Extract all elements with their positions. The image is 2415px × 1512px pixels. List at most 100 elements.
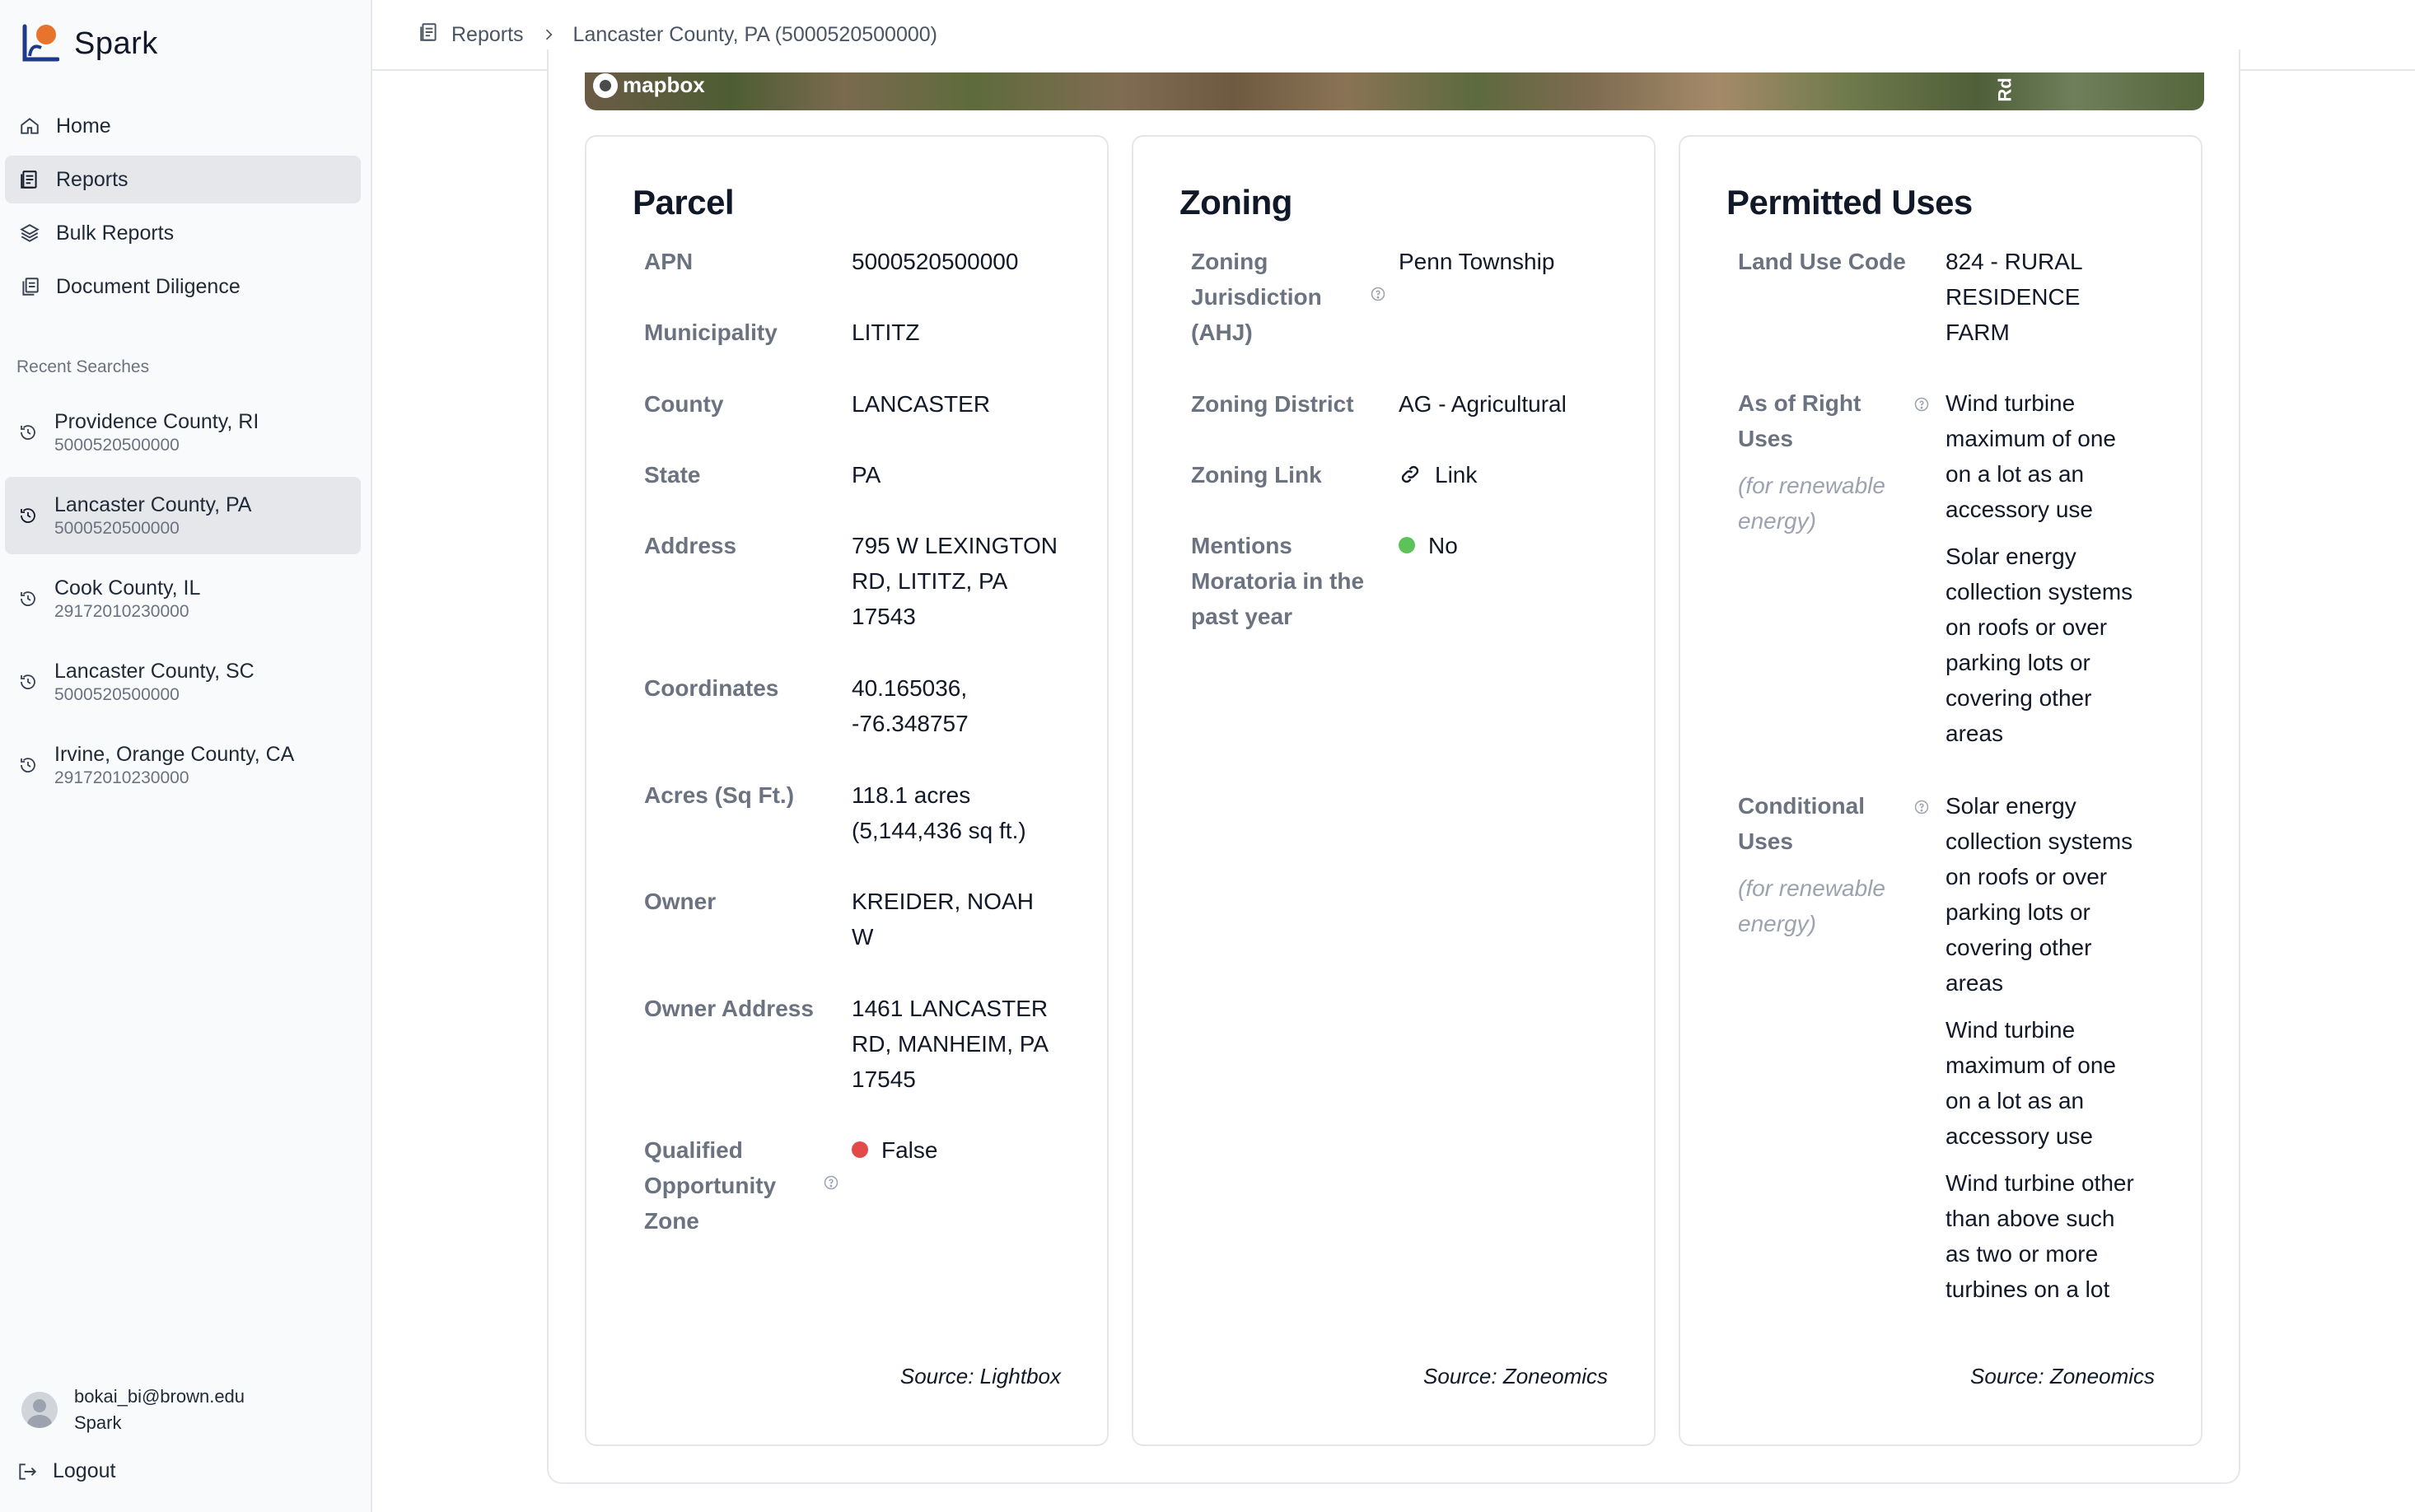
field-label: Acres (Sq Ft.): [644, 782, 795, 808]
nav-item-document-diligence[interactable]: Document Diligence: [5, 263, 361, 310]
nav-item-label: Home: [56, 114, 111, 138]
field-label: Coordinates: [644, 675, 779, 701]
field-label: Address: [644, 533, 737, 558]
parcel-row-owner-address: Owner Address 1461 LANCASTER RD, MANHEIM…: [644, 991, 1058, 1097]
parcel-row-county: County LANCASTER: [644, 386, 1058, 422]
status-text: False: [881, 1137, 938, 1163]
card-title: Permitted Uses: [1726, 183, 1973, 222]
map[interactable]: mapbox Rd: [585, 72, 2204, 110]
history-icon: [16, 670, 40, 693]
field-label-text: Conditional Uses: [1738, 793, 1865, 854]
parcel-row-state: State PA: [644, 457, 1058, 492]
app-name: Spark: [74, 26, 158, 61]
field-label: Zoning Link: [1191, 462, 1322, 488]
zoning-link[interactable]: Link: [1399, 457, 1605, 492]
link-icon: [1401, 465, 1419, 483]
field-value: False: [852, 1132, 1058, 1239]
user-profile[interactable]: bokai_bi@brown.edu Spark: [21, 1384, 245, 1436]
recent-search-id: 29172010230000: [54, 768, 189, 787]
recent-search-name: Lancaster County, SC: [54, 660, 255, 683]
history-icon: [16, 421, 40, 444]
help-icon[interactable]: [1371, 287, 1385, 301]
layers-icon: [18, 222, 41, 245]
zoning-row-ahj: Zoning Jurisdiction (AHJ) Penn Township: [1191, 244, 1605, 350]
parcel-row-municipality: Municipality LITITZ: [644, 315, 1058, 350]
status-dot: [852, 1141, 868, 1158]
field-value: Penn Township: [1399, 249, 1555, 274]
field-label-text: As of Right Uses: [1738, 390, 1861, 451]
nav-item-label: Document Diligence: [56, 274, 241, 298]
user-email: bokai_bi@brown.edu: [74, 1386, 245, 1407]
field-value: KREIDER, NOAH W: [852, 889, 1034, 950]
nav-item-bulk-reports[interactable]: Bulk Reports: [5, 209, 361, 257]
sidebar: Spark Home Reports Bulk Reports Document…: [0, 0, 372, 1512]
zoning-row-moratoria: Mentions Moratoria in the past year No: [1191, 528, 1605, 634]
recent-search-item[interactable]: Lancaster County, PA 5000520500000: [5, 477, 361, 554]
field-label: County: [644, 391, 724, 417]
field-value: 1461 LANCASTER RD, MANHEIM, PA 17545: [852, 996, 1049, 1092]
recent-search-item[interactable]: Cook County, IL 29172010230000: [5, 560, 361, 637]
field-label: Conditional Uses (for renewable energy): [1738, 788, 1929, 1318]
history-icon: [16, 587, 40, 610]
use-item: Wind turbine maximum of one on a lot as …: [1946, 390, 2116, 522]
field-label-text: Zoning Jurisdiction (AHJ): [1191, 249, 1322, 345]
field-label: Zoning Jurisdiction (AHJ): [1191, 244, 1385, 350]
home-icon: [18, 114, 41, 138]
logout-icon: [19, 1463, 37, 1480]
avatar: [21, 1392, 58, 1428]
use-item: Wind turbine other than above such as tw…: [1946, 1170, 2134, 1302]
recent-search-id: 29172010230000: [54, 602, 189, 621]
field-label-note: (for renewable energy): [1738, 875, 1885, 936]
field-label: Mentions Moratoria in the past year: [1191, 533, 1365, 629]
status-text: No: [1428, 533, 1458, 558]
help-icon[interactable]: [1914, 800, 1929, 814]
reports-icon: [418, 21, 451, 49]
field-label-note: (for renewable energy): [1738, 473, 1885, 534]
card-title: Parcel: [633, 183, 735, 222]
help-icon[interactable]: [824, 1175, 838, 1190]
link-text[interactable]: Link: [1435, 457, 1477, 492]
permitted-uses-card: Permitted Uses Land Use Code 824 - RURAL…: [1679, 135, 2202, 1446]
mapbox-logo[interactable]: mapbox: [593, 72, 705, 98]
parcel-row-coordinates: Coordinates 40.165036, -76.348757: [644, 670, 1058, 741]
field-label: Qualified Opportunity Zone: [644, 1132, 838, 1239]
field-label: APN: [644, 249, 694, 274]
status-dot: [1399, 537, 1415, 553]
zoning-card: Zoning Zoning Jurisdiction (AHJ) Penn To…: [1132, 135, 1656, 1446]
parcel-row-owner: Owner KREIDER, NOAH W: [644, 884, 1058, 954]
recent-search-id: 5000520500000: [54, 685, 180, 704]
nav-item-reports[interactable]: Reports: [5, 156, 361, 203]
history-icon: [16, 504, 40, 527]
permitted-row-as-of-right: As of Right Uses (for renewable energy) …: [1738, 385, 2143, 763]
recent-search-item[interactable]: Lancaster County, SC 5000520500000: [5, 643, 361, 721]
field-value: LITITZ: [852, 320, 920, 345]
parcel-row-apn: APN 5000520500000: [644, 244, 1058, 279]
card-title: Zoning: [1179, 183, 1292, 222]
nav-item-label: Bulk Reports: [56, 221, 175, 245]
recent-search-name: Lancaster County, PA: [54, 493, 252, 516]
logout-button[interactable]: Logout: [16, 1459, 115, 1483]
recent-search-id: 5000520500000: [54, 436, 180, 455]
recent-search-item[interactable]: Providence County, RI 5000520500000: [5, 394, 361, 471]
breadcrumb-reports-link[interactable]: Reports: [451, 23, 524, 47]
main-nav: Home Reports Bulk Reports Document Dilig…: [5, 102, 361, 316]
help-icon[interactable]: [1914, 397, 1929, 412]
nav-item-home[interactable]: Home: [5, 102, 361, 150]
recent-search-name: Cook County, IL: [54, 576, 201, 600]
mapbox-attribution: mapbox: [623, 72, 705, 97]
field-value: 824 - RURAL RESIDENCE FARM: [1946, 249, 2082, 345]
use-list: Solar energy collection systems on roofs…: [1946, 788, 2143, 1318]
reports-icon: [18, 168, 41, 191]
recent-search-id: 5000520500000: [54, 519, 180, 538]
spark-logo-icon: [21, 23, 60, 64]
parcel-card: Parcel APN 5000520500000 Municipality LI…: [585, 135, 1109, 1446]
field-label: Municipality: [644, 320, 778, 345]
brand[interactable]: Spark: [21, 23, 158, 64]
field-value: No: [1399, 528, 1605, 634]
zoning-row-district: Zoning District AG - Agricultural: [1191, 386, 1605, 422]
field-label: State: [644, 462, 701, 488]
recent-search-item[interactable]: Irvine, Orange County, CA 29172010230000: [5, 726, 361, 804]
mapbox-icon: [593, 72, 618, 98]
documents-icon: [18, 275, 41, 298]
field-value: 795 W LEXINGTON RD, LITITZ, PA 17543: [852, 533, 1058, 629]
